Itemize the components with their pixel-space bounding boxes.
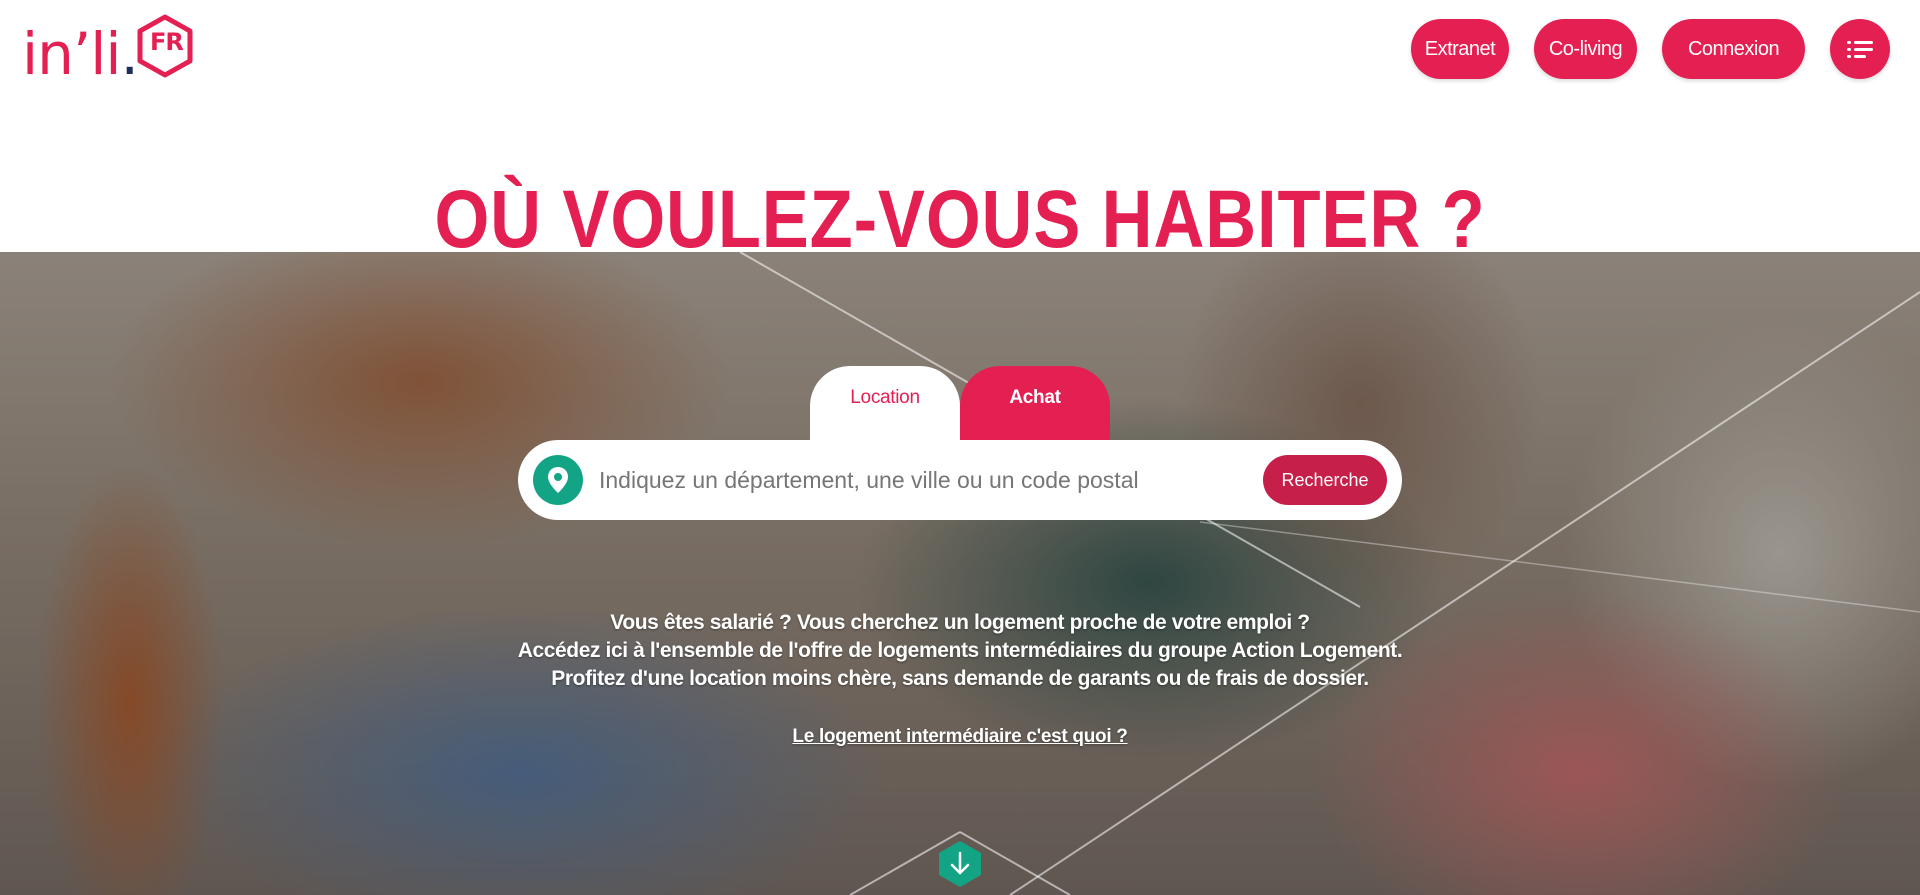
inli-logo[interactable]: in’li. FR xyxy=(22,14,194,84)
hero-description: Vous êtes salarié ? Vous cherchez un log… xyxy=(0,609,1920,693)
extranet-button[interactable]: Extranet xyxy=(1411,19,1509,79)
description-line: Vous êtes salarié ? Vous cherchez un log… xyxy=(610,611,1310,634)
header-nav: Extranet Co-living Connexion xyxy=(1386,19,1890,79)
tab-achat[interactable]: Achat xyxy=(960,366,1110,442)
logement-intermediaire-link[interactable]: Le logement intermédiaire c'est quoi ? xyxy=(792,726,1128,747)
description-line: Accédez ici à l'ensemble de l'offre de l… xyxy=(517,639,1403,662)
site-header: in’li. FR Extranet Co-living Connexion xyxy=(0,0,1920,100)
scroll-down-button[interactable] xyxy=(938,840,982,888)
logo-badge: FR xyxy=(136,14,194,78)
coliving-button[interactable]: Co-living xyxy=(1534,19,1637,79)
search-tabs: Location Achat xyxy=(810,366,1110,442)
menu-lines-icon xyxy=(1847,40,1873,58)
menu-button[interactable] xyxy=(1830,19,1890,79)
decorative-lines xyxy=(739,252,1920,895)
logo-wordmark: in’li. xyxy=(22,20,139,88)
description-line: Profitez d'une location moins chère, san… xyxy=(551,667,1369,690)
search-input[interactable] xyxy=(599,455,1239,505)
connexion-button[interactable]: Connexion xyxy=(1662,19,1805,79)
search-bar: Recherche xyxy=(518,440,1402,520)
map-pin-icon xyxy=(533,455,583,505)
tab-location[interactable]: Location xyxy=(810,366,960,442)
info-link-wrapper: Le logement intermédiaire c'est quoi ? xyxy=(0,726,1920,748)
hero-section: Location Achat Recherche Vous êtes salar… xyxy=(0,252,1920,895)
page-title: OÙ VOULEZ-VOUS HABITER ? xyxy=(434,174,1486,265)
arrow-down-icon xyxy=(939,841,981,887)
search-button[interactable]: Recherche xyxy=(1263,455,1387,505)
